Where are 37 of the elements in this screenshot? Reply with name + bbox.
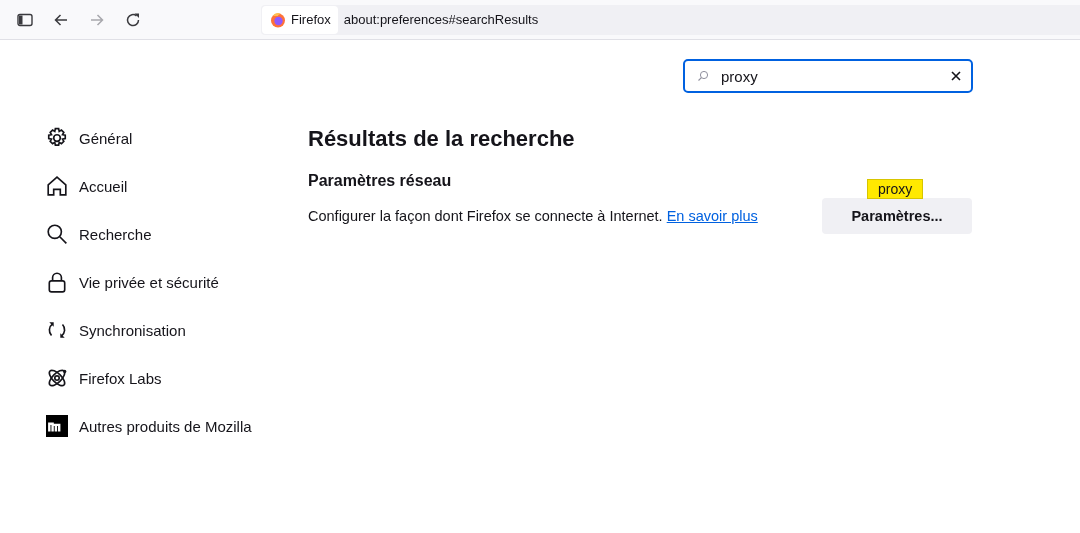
- sidebar-item-label: Autres produits de Mozilla: [79, 417, 252, 435]
- sidebar-item-label: Accueil: [79, 177, 128, 195]
- sidebar-item-label: Vie privée et sécurité: [79, 273, 219, 291]
- settings-button[interactable]: Paramètres...: [822, 198, 972, 234]
- mozilla-logo-icon: [46, 415, 68, 437]
- gear-icon: [46, 127, 68, 149]
- firefox-logo-icon: [270, 11, 286, 28]
- sidebar-item[interactable]: Vie privée et sécurité: [46, 269, 219, 295]
- sidebar-icon[interactable]: [17, 11, 33, 28]
- sidebar-item[interactable]: Synchronisation: [46, 317, 186, 343]
- clear-icon[interactable]: [950, 70, 962, 82]
- sidebar-item-label: Synchronisation: [79, 321, 186, 339]
- identity-label: Firefox: [291, 12, 331, 27]
- sidebar-item-label: Général: [79, 129, 133, 147]
- home-icon: [46, 175, 68, 197]
- sidebar-item[interactable]: Autres produits de Mozilla: [46, 413, 252, 439]
- reload-icon[interactable]: [125, 11, 141, 28]
- learn-more-link[interactable]: En savoir plus: [666, 208, 758, 224]
- sidebar-item[interactable]: Recherche: [46, 221, 152, 247]
- search-highlight-badge: proxy: [867, 179, 924, 199]
- address-bar[interactable]: Firefox about:preferences#searchResults: [261, 4, 1080, 35]
- sidebar-item-label: Recherche: [79, 225, 152, 243]
- identity-box[interactable]: Firefox: [262, 5, 338, 34]
- search-icon: [697, 70, 709, 82]
- sync-icon: [46, 319, 68, 341]
- sidebar-item[interactable]: Général: [46, 125, 133, 151]
- page-heading: Résultats de la recherche: [308, 126, 576, 152]
- sidebar-item[interactable]: Firefox Labs: [46, 365, 162, 391]
- search-icon: [46, 223, 68, 245]
- atom-icon: [46, 367, 68, 389]
- description-text: Configurer la façon dont Firefox se connecte à Internet. En savoir plus: [308, 208, 758, 224]
- sidebar-item-label: Firefox Labs: [79, 369, 162, 387]
- search-field[interactable]: proxy: [683, 59, 973, 93]
- sidebar-item[interactable]: Accueil: [46, 173, 128, 199]
- lock-icon: [46, 271, 68, 293]
- url-text: about:preferences#searchResults: [343, 12, 539, 27]
- section-heading: Paramètres réseau: [308, 172, 453, 190]
